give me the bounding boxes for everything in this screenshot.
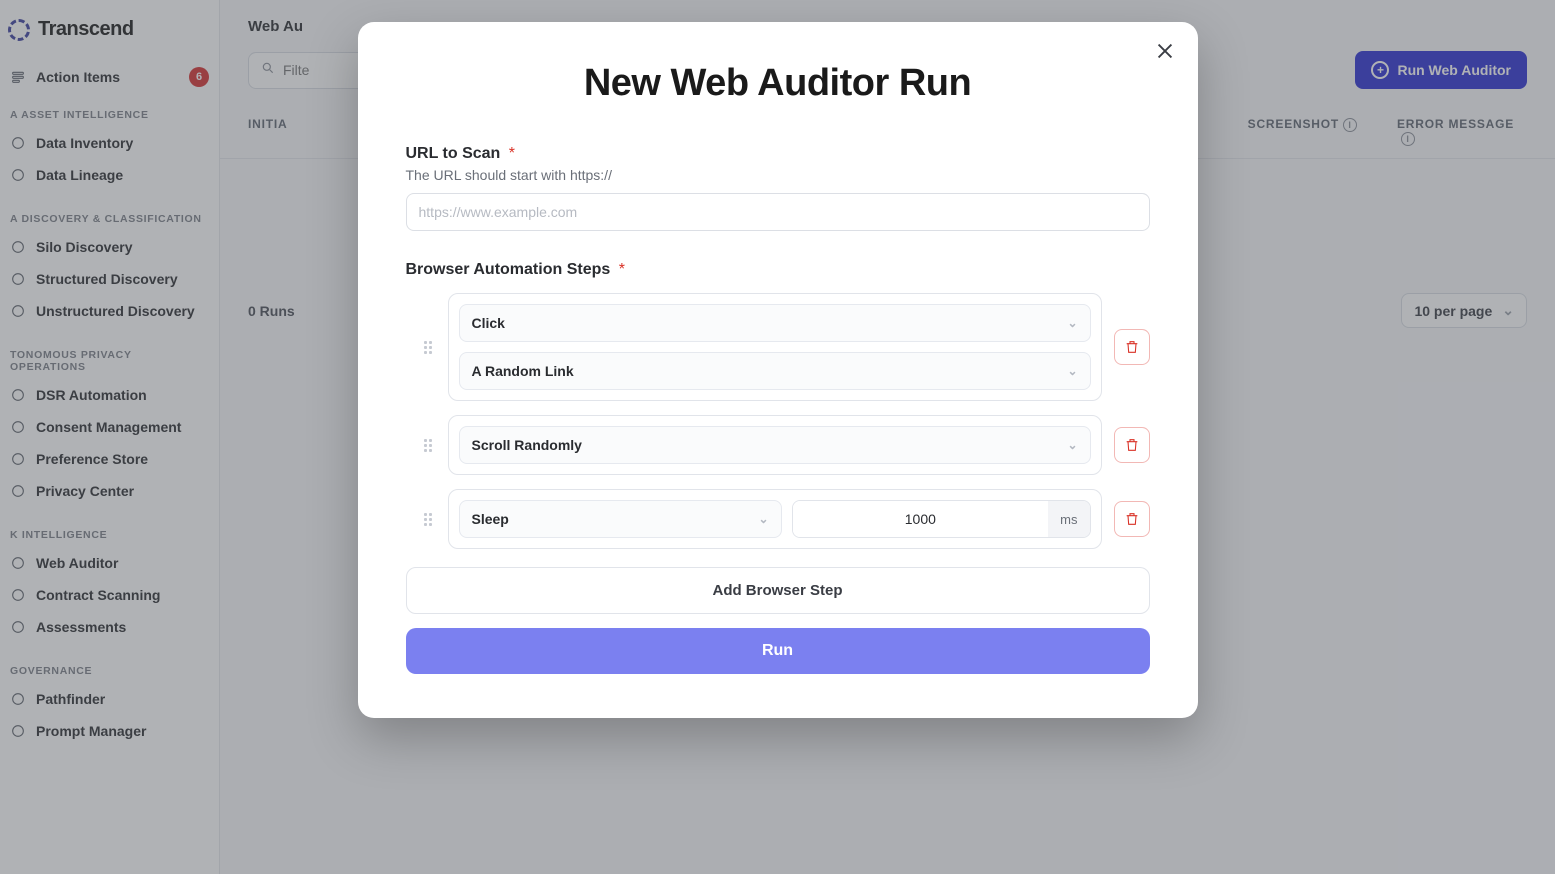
step-action-select[interactable]: Sleep ⌄ [459,500,782,538]
step-action-select[interactable]: Click ⌄ [459,304,1091,342]
chevron-down-icon: ⌄ [1067,316,1077,330]
url-help: The URL should start with https:// [406,167,1150,183]
add-step-button[interactable]: Add Browser Step [406,567,1150,614]
modal-title: New Web Auditor Run [406,62,1150,105]
delete-step-button[interactable] [1114,427,1150,463]
required-indicator: * [619,261,625,278]
url-input[interactable] [406,193,1150,231]
close-button[interactable] [1154,40,1176,65]
steps-field: Browser Automation Steps * Click ⌄ A Ran… [406,261,1150,674]
sleep-duration-input[interactable] [793,501,1049,537]
drag-handle-icon[interactable] [424,341,436,354]
new-run-modal: New Web Auditor Run URL to Scan * The UR… [358,22,1198,718]
automation-step: Scroll Randomly ⌄ [424,415,1150,475]
select-value: A Random Link [472,363,574,379]
run-submit-button[interactable]: Run [406,628,1150,674]
delete-step-button[interactable] [1114,329,1150,365]
select-value: Click [472,315,505,331]
url-field: URL to Scan * The URL should start with … [406,145,1150,231]
drag-handle-icon[interactable] [424,439,436,452]
step-action-select[interactable]: Scroll Randomly ⌄ [459,426,1091,464]
chevron-down-icon: ⌄ [1067,364,1077,378]
delete-step-button[interactable] [1114,501,1150,537]
sleep-unit-label: ms [1048,501,1089,537]
automation-step: Sleep ⌄ ms [424,489,1150,549]
url-label: URL to Scan [406,145,501,162]
automation-step: Click ⌄ A Random Link ⌄ [424,293,1150,401]
select-value: Scroll Randomly [472,437,582,453]
drag-handle-icon[interactable] [424,513,436,526]
chevron-down-icon: ⌄ [758,512,768,526]
steps-label: Browser Automation Steps [406,261,611,278]
modal-overlay: New Web Auditor Run URL to Scan * The UR… [0,0,1555,874]
select-value: Sleep [472,511,509,527]
required-indicator: * [509,145,515,162]
chevron-down-icon: ⌄ [1067,438,1077,452]
step-target-select[interactable]: A Random Link ⌄ [459,352,1091,390]
